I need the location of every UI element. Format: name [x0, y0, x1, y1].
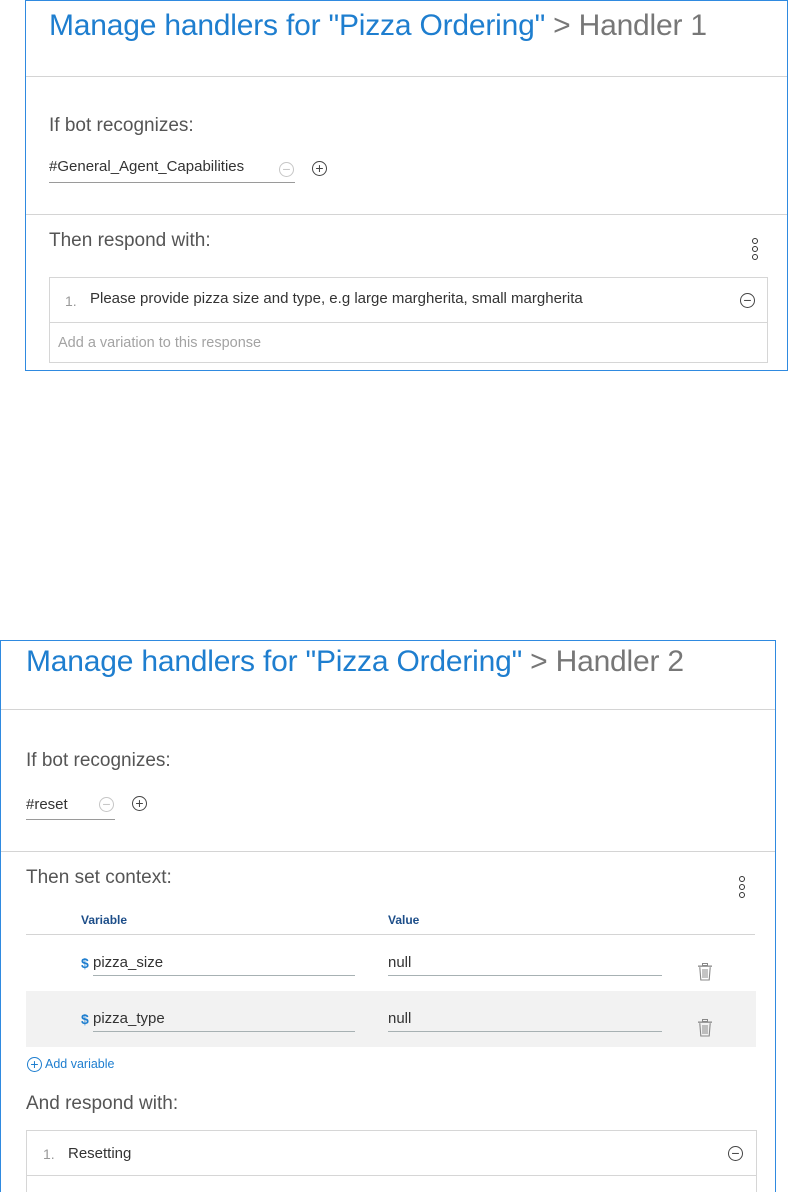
delete-variable-icon[interactable] — [697, 1019, 713, 1037]
column-header-variable: Variable — [81, 913, 128, 927]
then-set-context-label: Then set context: — [26, 867, 172, 888]
handler-1-panel: Manage handlers for "Pizza Ordering" > H… — [25, 0, 788, 371]
add-variation-input[interactable]: Add a variation to this response — [58, 335, 261, 351]
then-respond-label: Then respond with: — [49, 230, 211, 251]
divider — [1, 709, 775, 710]
variable-value-input[interactable]: null — [388, 954, 662, 976]
more-options-icon[interactable] — [739, 876, 747, 900]
more-options-icon[interactable] — [752, 238, 760, 262]
delete-variable-icon[interactable] — [697, 963, 713, 981]
divider — [26, 76, 787, 77]
column-header-value: Value — [388, 913, 420, 927]
response-list: 1. Resetting − — [26, 1130, 757, 1192]
if-bot-recognizes-label: If bot recognizes: — [49, 115, 194, 136]
condition-field[interactable]: #General_Agent_Capabilities — [49, 158, 295, 183]
response-text[interactable]: Please provide pizza size and type, e.g … — [90, 290, 583, 307]
add-condition-icon[interactable]: + — [312, 161, 327, 176]
response-row[interactable]: 1. Resetting − — [27, 1131, 756, 1176]
variable-name-input[interactable]: pizza_size — [93, 954, 355, 976]
add-icon: + — [27, 1057, 42, 1073]
add-variable-label: Add variable — [45, 1057, 115, 1071]
handler-2-panel: Manage handlers for "Pizza Ordering" > H… — [0, 640, 776, 1192]
page-title: Manage handlers for "Pizza Ordering" > H… — [26, 645, 684, 679]
variable-prefix: $ — [81, 1011, 89, 1027]
remove-response-icon[interactable]: − — [740, 293, 755, 308]
breadcrumb-link[interactable]: Manage handlers for "Pizza Ordering" — [49, 9, 545, 42]
and-respond-label: And respond with: — [26, 1093, 179, 1114]
if-bot-recognizes-label: If bot recognizes: — [26, 750, 171, 771]
response-text[interactable]: Resetting — [68, 1145, 131, 1162]
divider — [26, 214, 787, 215]
breadcrumb-current: > Handler 1 — [545, 9, 707, 42]
response-number: 1. — [65, 293, 77, 309]
add-variable-button[interactable]: + Add variable — [27, 1057, 115, 1073]
add-condition-icon[interactable]: + — [132, 796, 147, 811]
breadcrumb-link[interactable]: Manage handlers for "Pizza Ordering" — [26, 645, 522, 678]
breadcrumb-current: > Handler 2 — [522, 645, 684, 678]
remove-response-icon[interactable]: − — [728, 1146, 743, 1161]
variable-prefix: $ — [81, 955, 89, 971]
context-variable-row: $ pizza_size null — [26, 935, 756, 991]
remove-condition-icon[interactable]: − — [99, 797, 114, 812]
variable-value-input[interactable]: null — [388, 1010, 662, 1032]
remove-condition-icon[interactable]: − — [279, 162, 294, 177]
divider — [1, 851, 775, 852]
page-title: Manage handlers for "Pizza Ordering" > H… — [49, 9, 707, 43]
response-row[interactable]: 1. Please provide pizza size and type, e… — [50, 278, 767, 323]
context-variable-row: $ pizza_type null — [26, 991, 756, 1047]
response-list: 1. Please provide pizza size and type, e… — [49, 277, 768, 363]
variable-name-input[interactable]: pizza_type — [93, 1010, 355, 1032]
response-number: 1. — [43, 1146, 55, 1162]
